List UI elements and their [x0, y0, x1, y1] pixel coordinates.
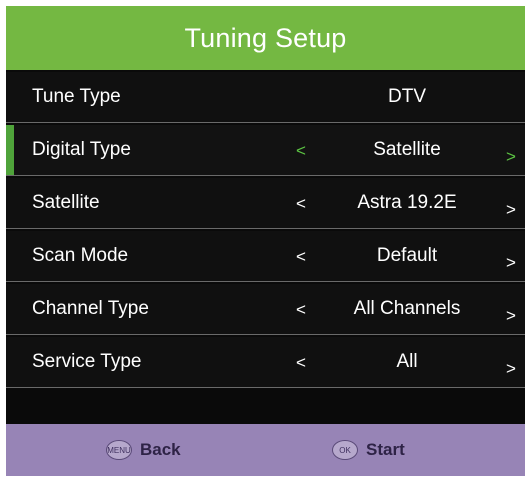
arrow-right-icon[interactable]: > — [506, 290, 516, 342]
setting-row-channel-type[interactable]: Channel Type < All Channels > — [6, 284, 525, 335]
setting-label: Tune Type — [32, 86, 121, 107]
page-title: Tuning Setup — [184, 22, 347, 53]
setting-value: Satellite — [373, 139, 441, 160]
setting-value: DTV — [388, 86, 426, 107]
setting-row-digital-type[interactable]: Digital Type < Satellite > — [6, 125, 525, 176]
setting-label: Scan Mode — [32, 245, 129, 266]
setting-row-service-type[interactable]: Service Type < All > — [6, 337, 525, 388]
arrow-left-icon[interactable]: < — [296, 178, 306, 230]
setting-label: Service Type — [32, 351, 142, 372]
setting-label: Channel Type — [32, 298, 149, 319]
tuning-setup-panel: Tuning Setup Tune Type DTV Digital Type … — [6, 6, 525, 476]
arrow-right-icon[interactable]: > — [506, 131, 516, 183]
title-bar: Tuning Setup — [6, 6, 525, 70]
arrow-right-icon[interactable]: > — [506, 184, 516, 236]
setting-label: Digital Type — [32, 139, 131, 160]
arrow-right-icon[interactable]: > — [506, 343, 516, 395]
setting-label: Satellite — [32, 192, 100, 213]
menu-button-icon: MENU — [106, 440, 132, 460]
start-label: Start — [366, 440, 405, 459]
arrow-left-icon[interactable]: < — [296, 337, 306, 389]
setting-row-tune-type[interactable]: Tune Type DTV — [6, 72, 525, 123]
arrow-left-icon[interactable]: < — [296, 125, 306, 177]
setting-row-satellite[interactable]: Satellite < Astra 19.2E > — [6, 178, 525, 229]
setting-value: All — [396, 351, 418, 372]
setting-value: Astra 19.2E — [357, 192, 457, 213]
setting-value: All Channels — [353, 298, 461, 319]
settings-list: Tune Type DTV Digital Type < Satellite >… — [6, 72, 525, 390]
back-label: Back — [140, 440, 181, 459]
setting-row-scan-mode[interactable]: Scan Mode < Default > — [6, 231, 525, 282]
start-hint[interactable]: OK Start — [332, 424, 405, 476]
setting-value: Default — [376, 245, 438, 266]
footer-bar: MENU Back OK Start — [6, 424, 525, 476]
arrow-left-icon[interactable]: < — [296, 231, 306, 283]
arrow-right-icon[interactable]: > — [506, 237, 516, 289]
arrow-left-icon[interactable]: < — [296, 284, 306, 336]
back-hint[interactable]: MENU Back — [106, 424, 181, 476]
ok-button-icon: OK — [332, 440, 358, 460]
selection-indicator — [6, 125, 14, 175]
